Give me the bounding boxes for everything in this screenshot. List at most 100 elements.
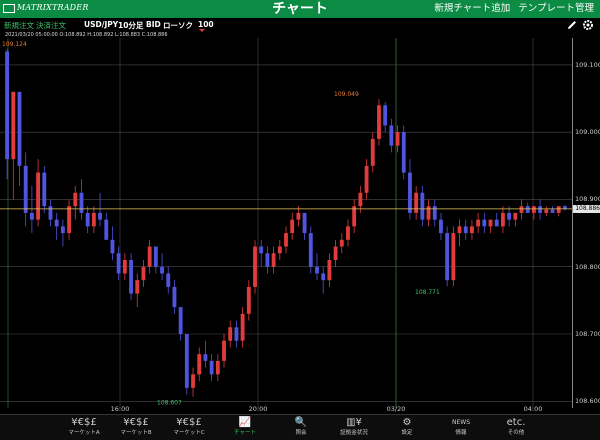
bid-ask-selector[interactable]: BID [146, 20, 161, 29]
candle-body [184, 334, 189, 388]
candle-body [370, 138, 375, 166]
candle-body [60, 226, 65, 234]
tab-settings[interactable]: ⚙ 設定 [381, 416, 433, 437]
candle-body [302, 212, 307, 234]
tab-market-a[interactable]: ¥€$£ マーケットA [58, 416, 110, 437]
candle-body [147, 246, 152, 267]
candle-body [234, 327, 239, 341]
candle-body [17, 91, 22, 166]
tab-label: 設定 [401, 430, 413, 436]
candle-body [507, 212, 512, 220]
tab-chart[interactable]: 📈 チャート [219, 416, 271, 437]
candle-body [358, 192, 363, 207]
price-tick-label: 108.900 [575, 195, 600, 204]
candlestick-chart[interactable]: 109.124 109.049 108.771 108.607 [0, 38, 572, 408]
market-c-icon: ¥€$£ [176, 417, 202, 428]
candle-body [525, 206, 530, 213]
candle-body [29, 212, 34, 220]
candle-body [178, 307, 183, 334]
candle-body [401, 132, 406, 173]
candle-body [562, 206, 567, 209]
template-management-button[interactable]: テンプレート管理 [518, 0, 594, 18]
tab-label: 照会 [295, 430, 307, 436]
dropdown-arrow-icon [199, 29, 205, 32]
market-a-icon: ¥€$£ [71, 417, 97, 428]
candle-body [550, 209, 555, 213]
candle-body [519, 206, 524, 213]
candle-body [222, 340, 226, 361]
candle-body [215, 360, 220, 375]
app-header: MATRIXTRADER チャート 新規チャート追加 テンプレート管理 [0, 0, 600, 18]
tab-inquiry[interactable]: 🔍 照会 [275, 416, 327, 437]
candle-body [432, 206, 437, 220]
candle-body [197, 354, 202, 375]
price-axis: 109.100 109.000 108.900 108.800 108.700 108.6… [572, 38, 600, 408]
candle-body [228, 327, 233, 341]
candle-body [153, 246, 158, 267]
candle-body [463, 226, 468, 234]
candle-body [203, 354, 208, 361]
tab-etc[interactable]: etc. その他 [490, 416, 542, 437]
interval-selector[interactable]: 10分足 [118, 20, 143, 31]
candle-body [42, 172, 47, 207]
candle-body [253, 246, 257, 287]
candle-body [296, 212, 301, 220]
candle-body [513, 212, 518, 220]
bottom-tab-bar: ¥€$£ マーケットA ¥€$£ マーケットB ¥€$£ マーケットC 📈 チャート 🔍 照会 ▥¥… [0, 414, 600, 440]
candle-body [420, 192, 425, 220]
time-axis: 16:00 20:00 03/20 04:00 [0, 404, 572, 414]
tab-label: チャート [234, 430, 256, 436]
candle-body [290, 219, 295, 234]
candle-body [556, 206, 561, 213]
tab-market-b[interactable]: ¥€$£ マーケットB [110, 416, 162, 437]
settings-icon: ⚙ [402, 417, 412, 428]
candle-body [439, 219, 443, 234]
candle-body [11, 91, 16, 160]
candle-body [426, 206, 431, 220]
candle-body [544, 209, 549, 213]
tab-label: その他 [507, 430, 525, 436]
chart-type-selector[interactable]: ローソク [163, 20, 193, 31]
candle-body [284, 233, 288, 247]
tab-label: マーケットB [120, 430, 152, 436]
candle-body [277, 246, 282, 254]
price-tick-label: 108.600 [575, 397, 600, 406]
margin-icon: ▥¥ [346, 417, 362, 428]
candle-body [73, 192, 78, 207]
price-annotation: 108.771 [415, 289, 440, 296]
candle-body [110, 239, 115, 254]
settle-order-button[interactable]: 決済注文 [36, 20, 66, 31]
price-tick-label: 109.000 [575, 128, 600, 137]
candle-body [364, 165, 369, 193]
tab-news[interactable]: NEWS 情報 [435, 416, 487, 437]
pencil-icon[interactable] [566, 19, 578, 31]
candle-body [538, 206, 543, 213]
chart-canvas[interactable]: 109.124109.049108.771108.607 [0, 38, 572, 408]
symbol-selector[interactable]: USD/JPY [84, 20, 118, 29]
add-new-chart-button[interactable]: 新規チャート追加 [434, 0, 510, 18]
market-b-icon: ¥€$£ [123, 417, 149, 428]
tab-margin[interactable]: ▥¥ 証拠金状況 [328, 416, 380, 437]
candle-body [308, 233, 313, 267]
candle-body [501, 212, 505, 227]
candle-body [98, 212, 102, 220]
time-tick-label: 04:00 [523, 405, 543, 413]
gear-icon[interactable] [582, 19, 594, 31]
candle-body [315, 266, 319, 274]
time-tick-label: 20:00 [248, 405, 268, 413]
price-tick-label: 108.700 [575, 330, 600, 338]
candle-count-selector[interactable]: 100 [198, 20, 214, 32]
candle-body [141, 266, 146, 281]
candle-body [383, 105, 388, 126]
candle-body [122, 260, 127, 274]
price-annotation: 109.124 [2, 41, 27, 48]
inquiry-icon: 🔍 [294, 417, 308, 428]
time-tick-label: 16:00 [110, 405, 130, 413]
candle-body [116, 253, 121, 274]
tab-label: マーケットA [68, 430, 100, 436]
tab-market-c[interactable]: ¥€$£ マーケットC [163, 416, 215, 437]
candle-body [327, 260, 332, 281]
price-tick-label: 109.100 [575, 60, 600, 69]
current-price-tag: 108.886 [573, 204, 600, 213]
new-order-button[interactable]: 新規注文 [4, 20, 34, 31]
